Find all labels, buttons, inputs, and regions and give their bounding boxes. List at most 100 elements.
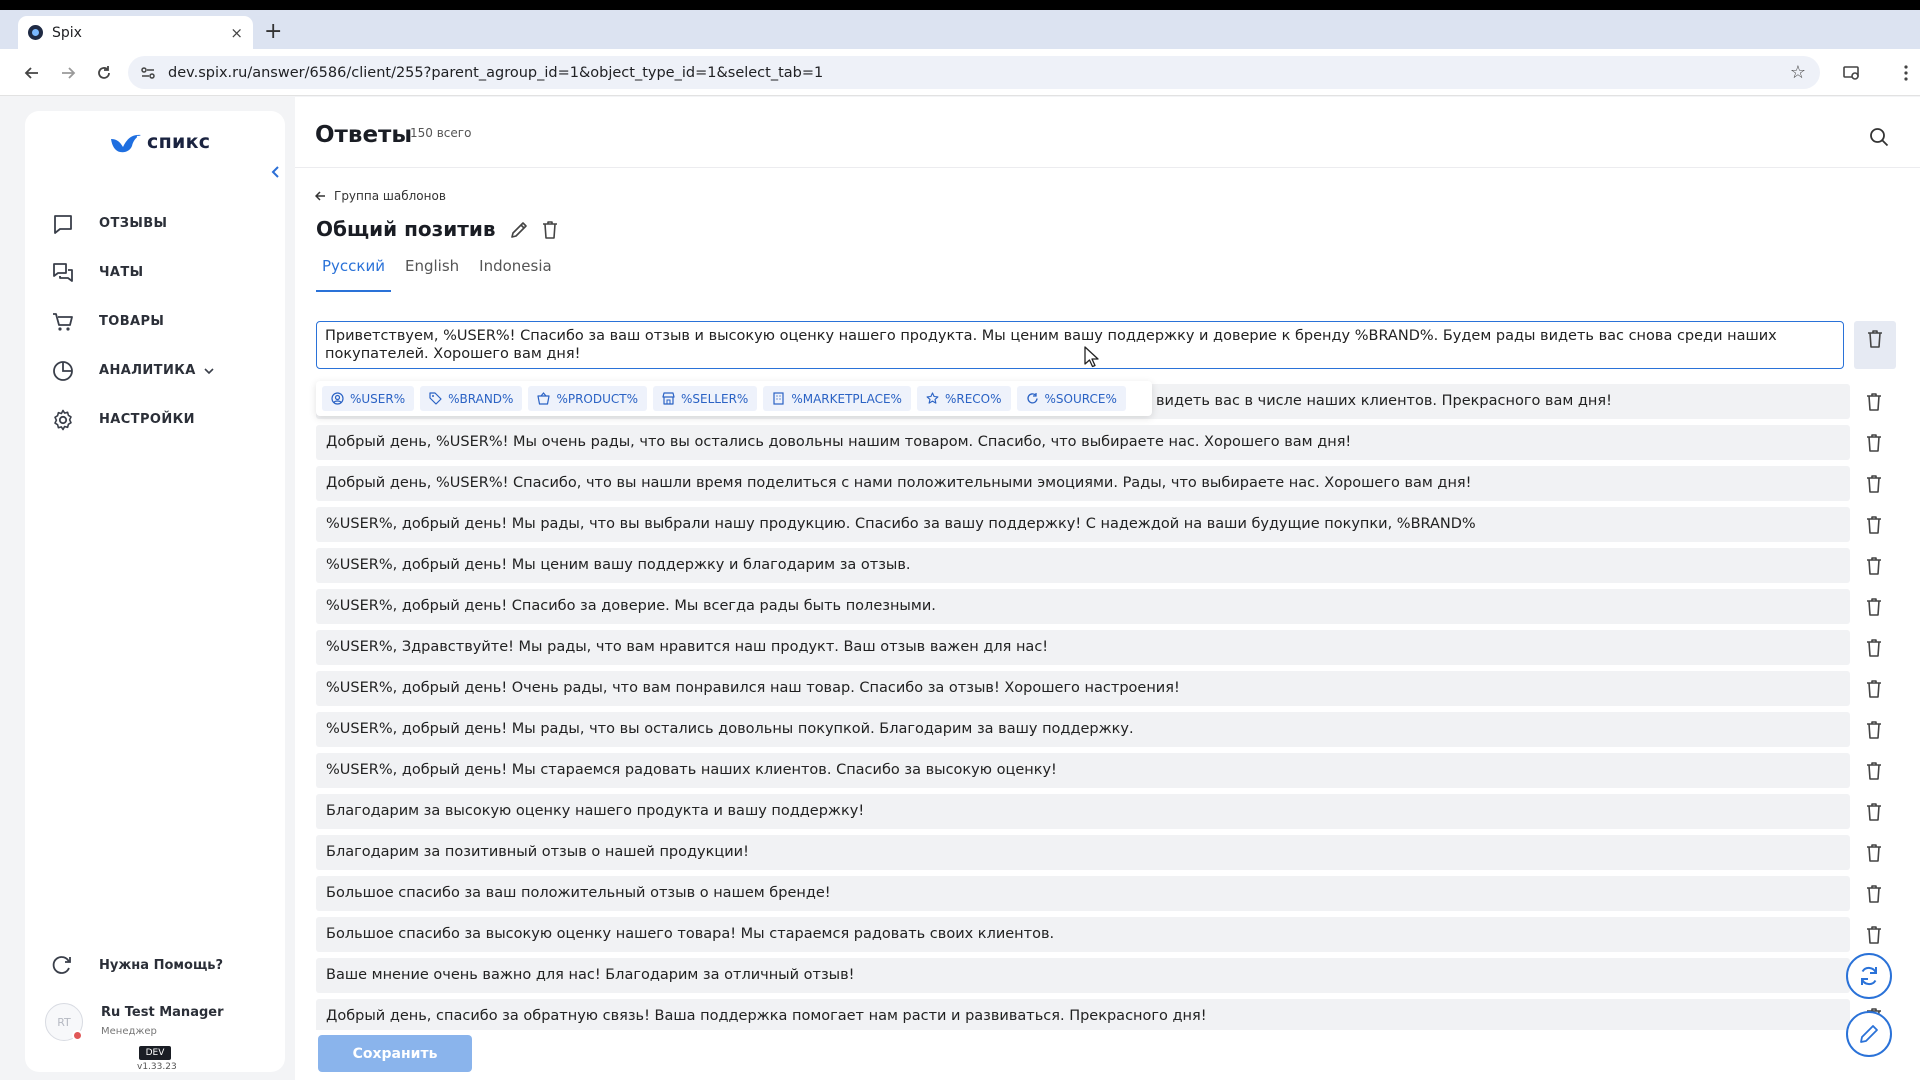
sidebar: спикс ОТЗЫВЫ ЧАТЫ ТОВАРЫ АНАЛИТИКА НАСТР… (25, 111, 285, 1072)
pencil-icon (1860, 1025, 1878, 1043)
answer-text[interactable]: %USER%, добрый день! Мы стараемся радова… (316, 753, 1850, 788)
answer-row: %USER%, добрый день! Мы рады, что вы выб… (316, 504, 1896, 545)
delete-answer-button[interactable] (1854, 321, 1896, 369)
bookmark-star-icon[interactable]: ☆ (1790, 62, 1806, 83)
answer-text[interactable]: %USER%, добрый день! Мы рады, что вы ост… (316, 712, 1850, 747)
cart-icon (53, 312, 73, 331)
chats-icon (53, 262, 73, 282)
trash-icon[interactable] (1864, 596, 1884, 617)
search-icon[interactable] (1868, 126, 1890, 148)
browser-menu-icon[interactable] (1894, 61, 1918, 85)
sync-icon (1861, 966, 1877, 986)
reload-icon[interactable] (92, 61, 116, 85)
tab-russian[interactable]: Русский (316, 257, 391, 292)
trash-icon[interactable] (1864, 555, 1884, 576)
sidebar-item-settings[interactable]: НАСТРОЙКИ (51, 395, 271, 444)
sync-button[interactable] (1846, 953, 1892, 999)
trash-icon[interactable] (1864, 760, 1884, 781)
edit-fab-button[interactable] (1846, 1011, 1892, 1057)
trash-icon[interactable] (1864, 432, 1884, 453)
tag-label: %RECO% (944, 391, 1002, 406)
sidebar-item-label: АНАЛИТИКА (99, 363, 196, 378)
answer-text[interactable]: Большое спасибо за высокую оценку нашего… (316, 917, 1850, 952)
answer-text[interactable]: Добрый день, спасибо за обратную связь! … (316, 999, 1850, 1030)
answer-text[interactable]: Добрый день, %USER%! Мы очень рады, что … (316, 425, 1850, 460)
answer-row: Добрый день, %USER%! Спасибо, что вы наш… (316, 463, 1896, 504)
logo[interactable]: спикс (109, 131, 210, 153)
tag-marketplace[interactable]: %MARKETPLACE% (763, 386, 911, 411)
sidebar-item-products[interactable]: ТОВАРЫ (51, 297, 271, 346)
tab-indonesia[interactable]: Indonesia (473, 257, 558, 292)
answer-row: %USER%, добрый день! Спасибо за доверие.… (316, 586, 1896, 627)
sidebar-item-reviews[interactable]: ОТЗЫВЫ (51, 199, 271, 248)
sidebar-menu: ОТЗЫВЫ ЧАТЫ ТОВАРЫ АНАЛИТИКА НАСТРОЙКИ (51, 199, 271, 444)
sidebar-item-analytics[interactable]: АНАЛИТИКА (51, 346, 271, 395)
tag-reco[interactable]: %RECO% (916, 386, 1011, 411)
sidebar-item-chats[interactable]: ЧАТЫ (51, 248, 271, 297)
user-name: Ru Test Manager (101, 1005, 224, 1020)
delete-group-icon[interactable] (540, 219, 560, 240)
answer-text-editor[interactable]: Приветствуем, %USER%! Спасибо за ваш отз… (316, 321, 1844, 369)
help-link[interactable]: Нужна Помощь? (51, 954, 223, 976)
answer-row: Большое спасибо за высокую оценку нашего… (316, 914, 1896, 955)
answer-text[interactable]: Благодарим за высокую оценку нашего прод… (316, 794, 1850, 829)
tab-english[interactable]: English (399, 257, 465, 292)
shop-icon (662, 392, 675, 405)
answer-text[interactable]: %USER%, Здравствуйте! Мы рады, что вам н… (316, 630, 1850, 665)
tag-user[interactable]: %USER% (322, 386, 415, 411)
forward-icon[interactable] (56, 61, 80, 85)
site-settings-icon[interactable] (140, 65, 156, 81)
answer-text[interactable]: Большое спасибо за ваш положительный отз… (316, 876, 1850, 911)
edit-title-icon[interactable] (509, 220, 529, 240)
url-text: dev.spix.ru/answer/6586/client/255?paren… (168, 64, 824, 81)
tag-source[interactable]: %SOURCE% (1016, 386, 1126, 411)
answer-row: Большое спасибо за ваш положительный отз… (316, 873, 1896, 914)
back-icon[interactable] (20, 61, 44, 85)
answer-row: Добрый день, %USER%! Мы очень рады, что … (316, 422, 1896, 463)
tag-brand[interactable]: %BRAND% (420, 386, 523, 411)
trash-icon[interactable] (1864, 924, 1884, 945)
trash-icon[interactable] (1864, 514, 1884, 535)
trash-icon[interactable] (1864, 678, 1884, 699)
trash-icon[interactable] (1864, 883, 1884, 904)
answer-row: %USER%, добрый день! Мы стараемся радова… (316, 750, 1896, 791)
window-top-strip (0, 0, 1920, 10)
back-label: Группа шаблонов (334, 189, 446, 203)
language-tabs: Русский English Indonesia (316, 257, 566, 292)
trash-icon[interactable] (1864, 719, 1884, 740)
user-profile[interactable]: RT Ru Test Manager Менеджер (45, 1003, 224, 1041)
trash-icon[interactable] (1864, 842, 1884, 863)
avatar: RT (45, 1003, 83, 1041)
answer-text[interactable]: %USER%, добрый день! Очень рады, что вам… (316, 671, 1850, 706)
media-icon[interactable] (1840, 61, 1864, 85)
variable-tags-popup: %USER% %BRAND% %PRODUCT% %SELLER% %MARKE… (316, 381, 1152, 416)
collapse-sidebar-icon[interactable] (271, 166, 279, 182)
answer-row: Ваше мнение очень важно для нас! Благода… (316, 955, 1896, 996)
trash-icon[interactable] (1864, 391, 1884, 412)
tag-product[interactable]: %PRODUCT% (528, 386, 648, 411)
mouse-cursor-icon (1084, 346, 1099, 368)
new-tab-button[interactable]: + (264, 21, 282, 43)
arrow-left-icon (315, 191, 325, 201)
answer-row: Благодарим за позитивный отзыв о нашей п… (316, 832, 1896, 873)
answer-text[interactable]: %USER%, добрый день! Мы ценим вашу подде… (316, 548, 1850, 583)
logo-text: спикс (147, 131, 211, 153)
trash-icon[interactable] (1864, 801, 1884, 822)
answer-text[interactable]: Добрый день, %USER%! Спасибо, что вы наш… (316, 466, 1850, 501)
trash-icon[interactable] (1864, 473, 1884, 494)
answer-row: %USER%, Здравствуйте! Мы рады, что вам н… (316, 627, 1896, 668)
save-button[interactable]: Сохранить (318, 1035, 472, 1072)
answers-list: Приветствуем, %USER%! Спасибо за ваш отз… (316, 321, 1896, 1030)
chevron-down-icon (204, 367, 214, 374)
answer-text[interactable]: Ваше мнение очень важно для нас! Благода… (316, 958, 1850, 993)
answer-text[interactable]: %USER%, добрый день! Мы рады, что вы выб… (316, 507, 1850, 542)
answer-text[interactable]: Благодарим за позитивный отзыв о нашей п… (316, 835, 1850, 870)
trash-icon (1868, 330, 1882, 348)
trash-icon[interactable] (1864, 637, 1884, 658)
tab-close-icon[interactable]: × (230, 24, 243, 42)
back-to-group-link[interactable]: Группа шаблонов (315, 189, 446, 203)
tag-seller[interactable]: %SELLER% (653, 386, 758, 411)
answer-text[interactable]: %USER%, добрый день! Спасибо за доверие.… (316, 589, 1850, 624)
browser-tab[interactable]: Spix × (18, 16, 253, 49)
url-field[interactable]: dev.spix.ru/answer/6586/client/255?paren… (128, 56, 1820, 89)
